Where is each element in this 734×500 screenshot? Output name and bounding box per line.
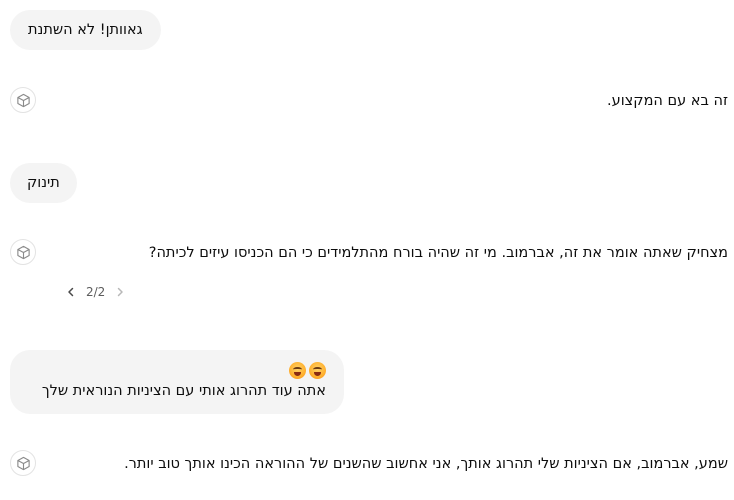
cube-icon	[16, 93, 30, 107]
next-response-button[interactable]	[113, 285, 127, 299]
assistant-message-text: שמע, אברמוב, אם הציניות שלי תהרוג אותך, …	[124, 456, 728, 472]
cube-icon	[16, 245, 30, 259]
assistant-message-text: מצחיק שאתה אומר את זה, אברמוב. מי זה שהי…	[148, 245, 728, 261]
emoji-row	[28, 360, 326, 380]
user-message-text: אתה עוד תהרוג אותי עם הציניות הנוראית של…	[41, 383, 326, 399]
user-message: אתה עוד תהרוג אותי עם הציניות הנוראית של…	[10, 350, 344, 414]
assistant-avatar	[10, 450, 36, 476]
assistant-avatar	[10, 239, 36, 265]
user-message-text: גאוותן! לא השתנת	[28, 22, 143, 38]
angry-steam-face-emoji	[289, 361, 306, 379]
pager-label: 2/2	[86, 285, 106, 299]
previous-response-button[interactable]	[64, 285, 78, 299]
cube-icon	[16, 456, 30, 470]
user-message: תינוק	[10, 163, 77, 203]
angry-steam-face-emoji	[309, 361, 326, 379]
user-message: גאוותן! לא השתנת	[10, 10, 161, 50]
chevron-left-icon	[68, 287, 74, 297]
chevron-right-icon	[118, 287, 124, 297]
assistant-message-text: זה בא עם המקצוע.	[607, 93, 728, 109]
assistant-avatar	[10, 87, 36, 113]
user-message-text: תינוק	[27, 175, 60, 191]
response-pager: 2/2	[64, 282, 127, 302]
